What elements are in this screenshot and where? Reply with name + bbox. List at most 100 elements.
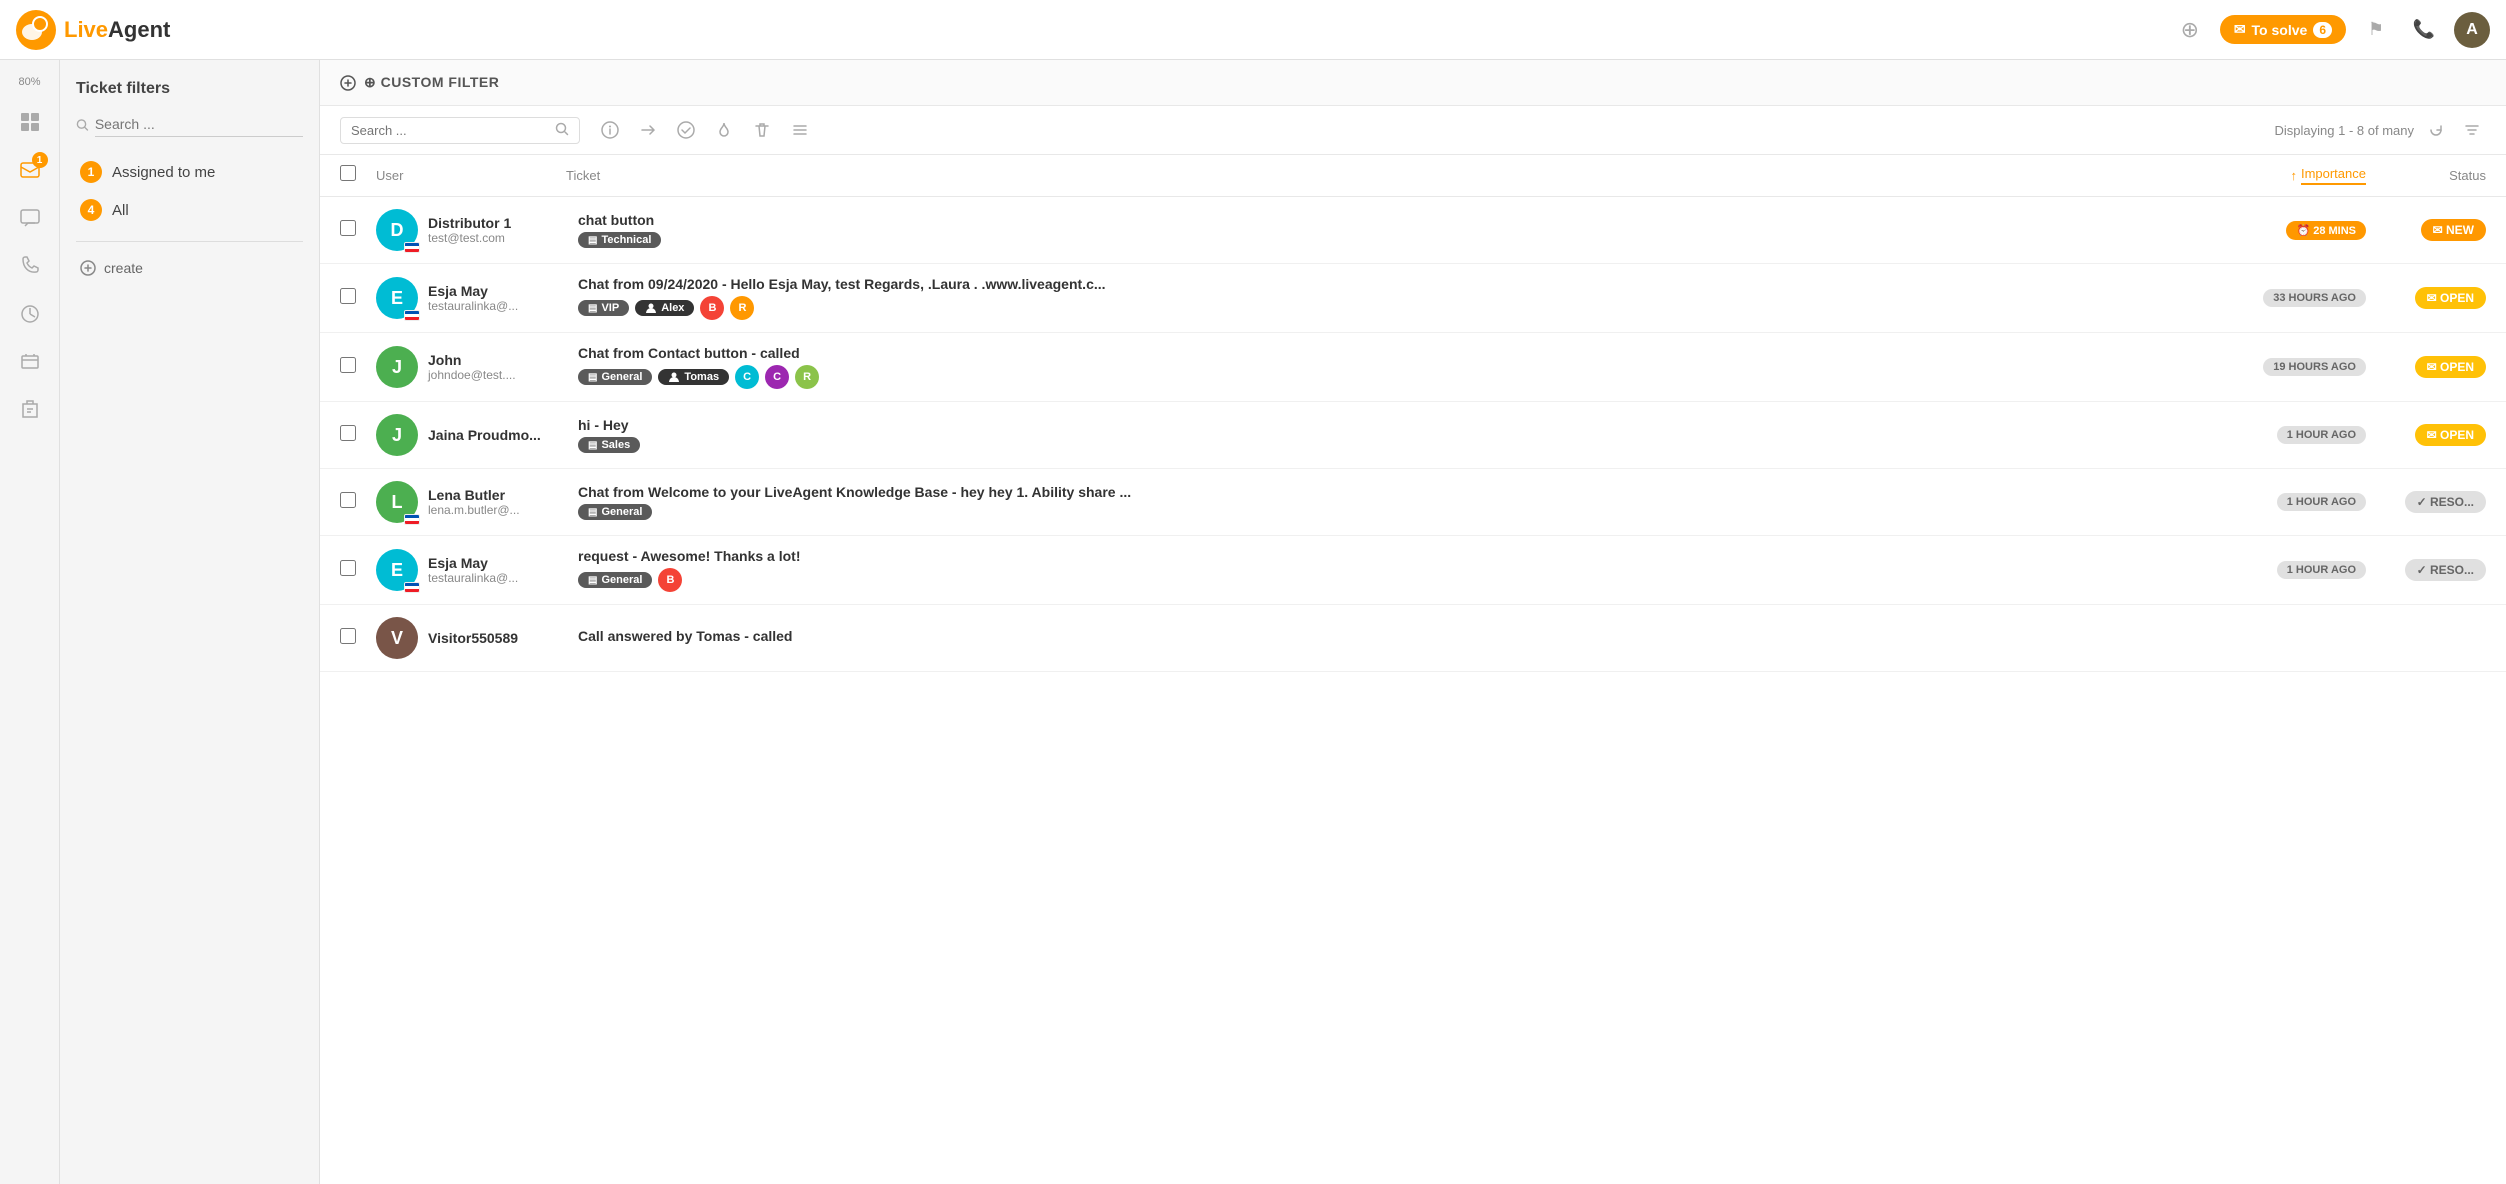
row-checkbox-area: [340, 220, 376, 241]
ticket-row[interactable]: V Visitor550589 Call answered by Tomas -…: [320, 605, 2506, 672]
ticket-row[interactable]: E Esja May testauralinka@... Chat from 0…: [320, 264, 2506, 333]
ticket-row[interactable]: D Distributor 1 test@test.com chat butto…: [320, 197, 2506, 264]
time-badge: 1 HOUR AGO: [2277, 561, 2366, 579]
row-checkbox-area: [340, 628, 376, 649]
topbar: LiveAgent ⊕ ✉ To solve 6 ⚑ 📞 A: [0, 0, 2506, 60]
user-name: Esja May: [428, 555, 518, 571]
ticket-row[interactable]: J Jaina Proudmo... hi - Hey ▤ Sales 1 HO…: [320, 402, 2506, 469]
more-button[interactable]: [786, 116, 814, 144]
assigned-to-me-label: Assigned to me: [112, 164, 215, 181]
user-avatar-button[interactable]: A: [2454, 12, 2490, 48]
displaying-count: many: [2382, 123, 2414, 138]
row-checkbox-area: [340, 492, 376, 513]
user-name: Distributor 1: [428, 215, 511, 231]
ticket-tags: ▤ General B: [578, 568, 2194, 592]
filter-item-all[interactable]: 4 All: [76, 191, 303, 229]
ticket-info: hi - Hey ▤ Sales: [566, 417, 2206, 453]
status-badge: ✉ OPEN: [2415, 287, 2486, 309]
phone-button[interactable]: 📞: [2406, 12, 2442, 48]
user-name: Visitor550589: [428, 630, 518, 646]
ticket-info: Chat from 09/24/2020 - Hello Esja May, t…: [566, 276, 2206, 320]
create-filter-label: create: [104, 260, 143, 276]
sort-button[interactable]: [2458, 116, 2486, 144]
ticket-row[interactable]: E Esja May testauralinka@... request - A…: [320, 536, 2506, 605]
ticket-list: D Distributor 1 test@test.com chat butto…: [320, 197, 2506, 1184]
search-submit-icon: [555, 122, 569, 136]
user-name: John: [428, 352, 516, 368]
agent-tag: Tomas: [658, 369, 729, 385]
ticket-info: chat button ▤ Technical: [566, 212, 2206, 248]
sidebar-item-reports[interactable]: [8, 292, 52, 336]
ticket-subject: Chat from 09/24/2020 - Hello Esja May, t…: [578, 276, 2194, 292]
row-checkbox[interactable]: [340, 220, 356, 236]
sidebar-item-calls[interactable]: [8, 244, 52, 288]
row-checkbox[interactable]: [340, 425, 356, 441]
sidebar-item-chat[interactable]: [8, 196, 52, 240]
sidebar-item-grid[interactable]: [8, 100, 52, 144]
ticket-tags: ▤ VIP Alex BR: [578, 296, 2194, 320]
ticket-status: ✉ NEW: [2366, 219, 2486, 241]
agent-avatar: B: [700, 296, 724, 320]
ticket-column-header: Ticket: [566, 168, 600, 183]
tag-folder: ▤ General: [578, 369, 652, 385]
ticket-row[interactable]: J John johndoe@test.... Chat from Contac…: [320, 333, 2506, 402]
ticket-info: Call answered by Tomas - called: [566, 628, 2206, 648]
logo-icon: [16, 10, 56, 50]
flag-button[interactable]: ⚑: [2358, 12, 2394, 48]
time-badge: ⏰ 28 MINS: [2286, 221, 2366, 240]
tag-folder: ▤ General: [578, 572, 652, 588]
row-checkbox[interactable]: [340, 288, 356, 304]
ticket-status: ✓ RESO...: [2366, 491, 2486, 513]
filters-search-input[interactable]: [95, 112, 303, 137]
sidebar-item-tickets[interactable]: 1: [8, 148, 52, 192]
filter-item-assigned-to-me[interactable]: 1 Assigned to me: [76, 153, 303, 191]
row-checkbox-area: [340, 288, 376, 309]
row-checkbox[interactable]: [340, 492, 356, 508]
ticket-search-button[interactable]: [555, 122, 569, 139]
info-button[interactable]: [596, 116, 624, 144]
sidebar-item-contacts[interactable]: [8, 340, 52, 384]
importance-column-header[interactable]: Importance: [2301, 166, 2366, 185]
custom-filter-label: ⊕ CUSTOM FILTER: [364, 74, 499, 91]
time-badge: 1 HOUR AGO: [2277, 426, 2366, 444]
agent-avatar: C: [765, 365, 789, 389]
user-cell: J Jaina Proudmo...: [376, 414, 566, 456]
ticket-table-header: User Ticket ↑ Importance Status: [320, 155, 2506, 197]
status-badge: ✓ RESO...: [2405, 491, 2486, 513]
refresh-button[interactable]: [2422, 116, 2450, 144]
flag-indicator: [404, 582, 420, 593]
main-content: ⊕ CUSTOM FILTER: [320, 60, 2506, 1184]
select-all-checkbox[interactable]: [340, 165, 356, 181]
row-checkbox[interactable]: [340, 628, 356, 644]
icon-sidebar: 80% 1: [0, 60, 60, 1184]
add-button[interactable]: ⊕: [2172, 12, 2208, 48]
custom-filter-button[interactable]: ⊕ CUSTOM FILTER: [340, 74, 499, 91]
logo-area: LiveAgent: [16, 10, 2172, 50]
flame-button[interactable]: [710, 116, 738, 144]
ticket-time: 33 HOURS AGO: [2206, 289, 2366, 307]
ticket-row[interactable]: L Lena Butler lena.m.butler@... Chat fro…: [320, 469, 2506, 536]
ticket-search-input[interactable]: [351, 123, 549, 138]
user-info: Jaina Proudmo...: [428, 427, 541, 443]
user-avatar: E: [376, 277, 418, 319]
row-checkbox[interactable]: [340, 560, 356, 576]
user-cell: E Esja May testauralinka@...: [376, 549, 566, 591]
row-checkbox[interactable]: [340, 357, 356, 373]
tag-folder: ▤ Technical: [578, 232, 661, 248]
delete-button[interactable]: [748, 116, 776, 144]
sidebar-item-knowledge[interactable]: [8, 388, 52, 432]
user-info: Esja May testauralinka@...: [428, 555, 518, 585]
filters-search-area: [76, 112, 303, 137]
user-column-header: User: [376, 168, 403, 183]
user-cell: L Lena Butler lena.m.butler@...: [376, 481, 566, 523]
user-cell: V Visitor550589: [376, 617, 566, 659]
ticket-subject: Call answered by Tomas - called: [578, 628, 2194, 644]
status-column-header[interactable]: Status: [2449, 168, 2486, 183]
create-filter-button[interactable]: create: [76, 254, 303, 282]
tosolve-button[interactable]: ✉ To solve 6: [2220, 15, 2346, 44]
resolve-button[interactable]: [672, 116, 700, 144]
user-info: John johndoe@test....: [428, 352, 516, 382]
forward-button[interactable]: [634, 116, 662, 144]
user-avatar: L: [376, 481, 418, 523]
user-cell: E Esja May testauralinka@...: [376, 277, 566, 319]
